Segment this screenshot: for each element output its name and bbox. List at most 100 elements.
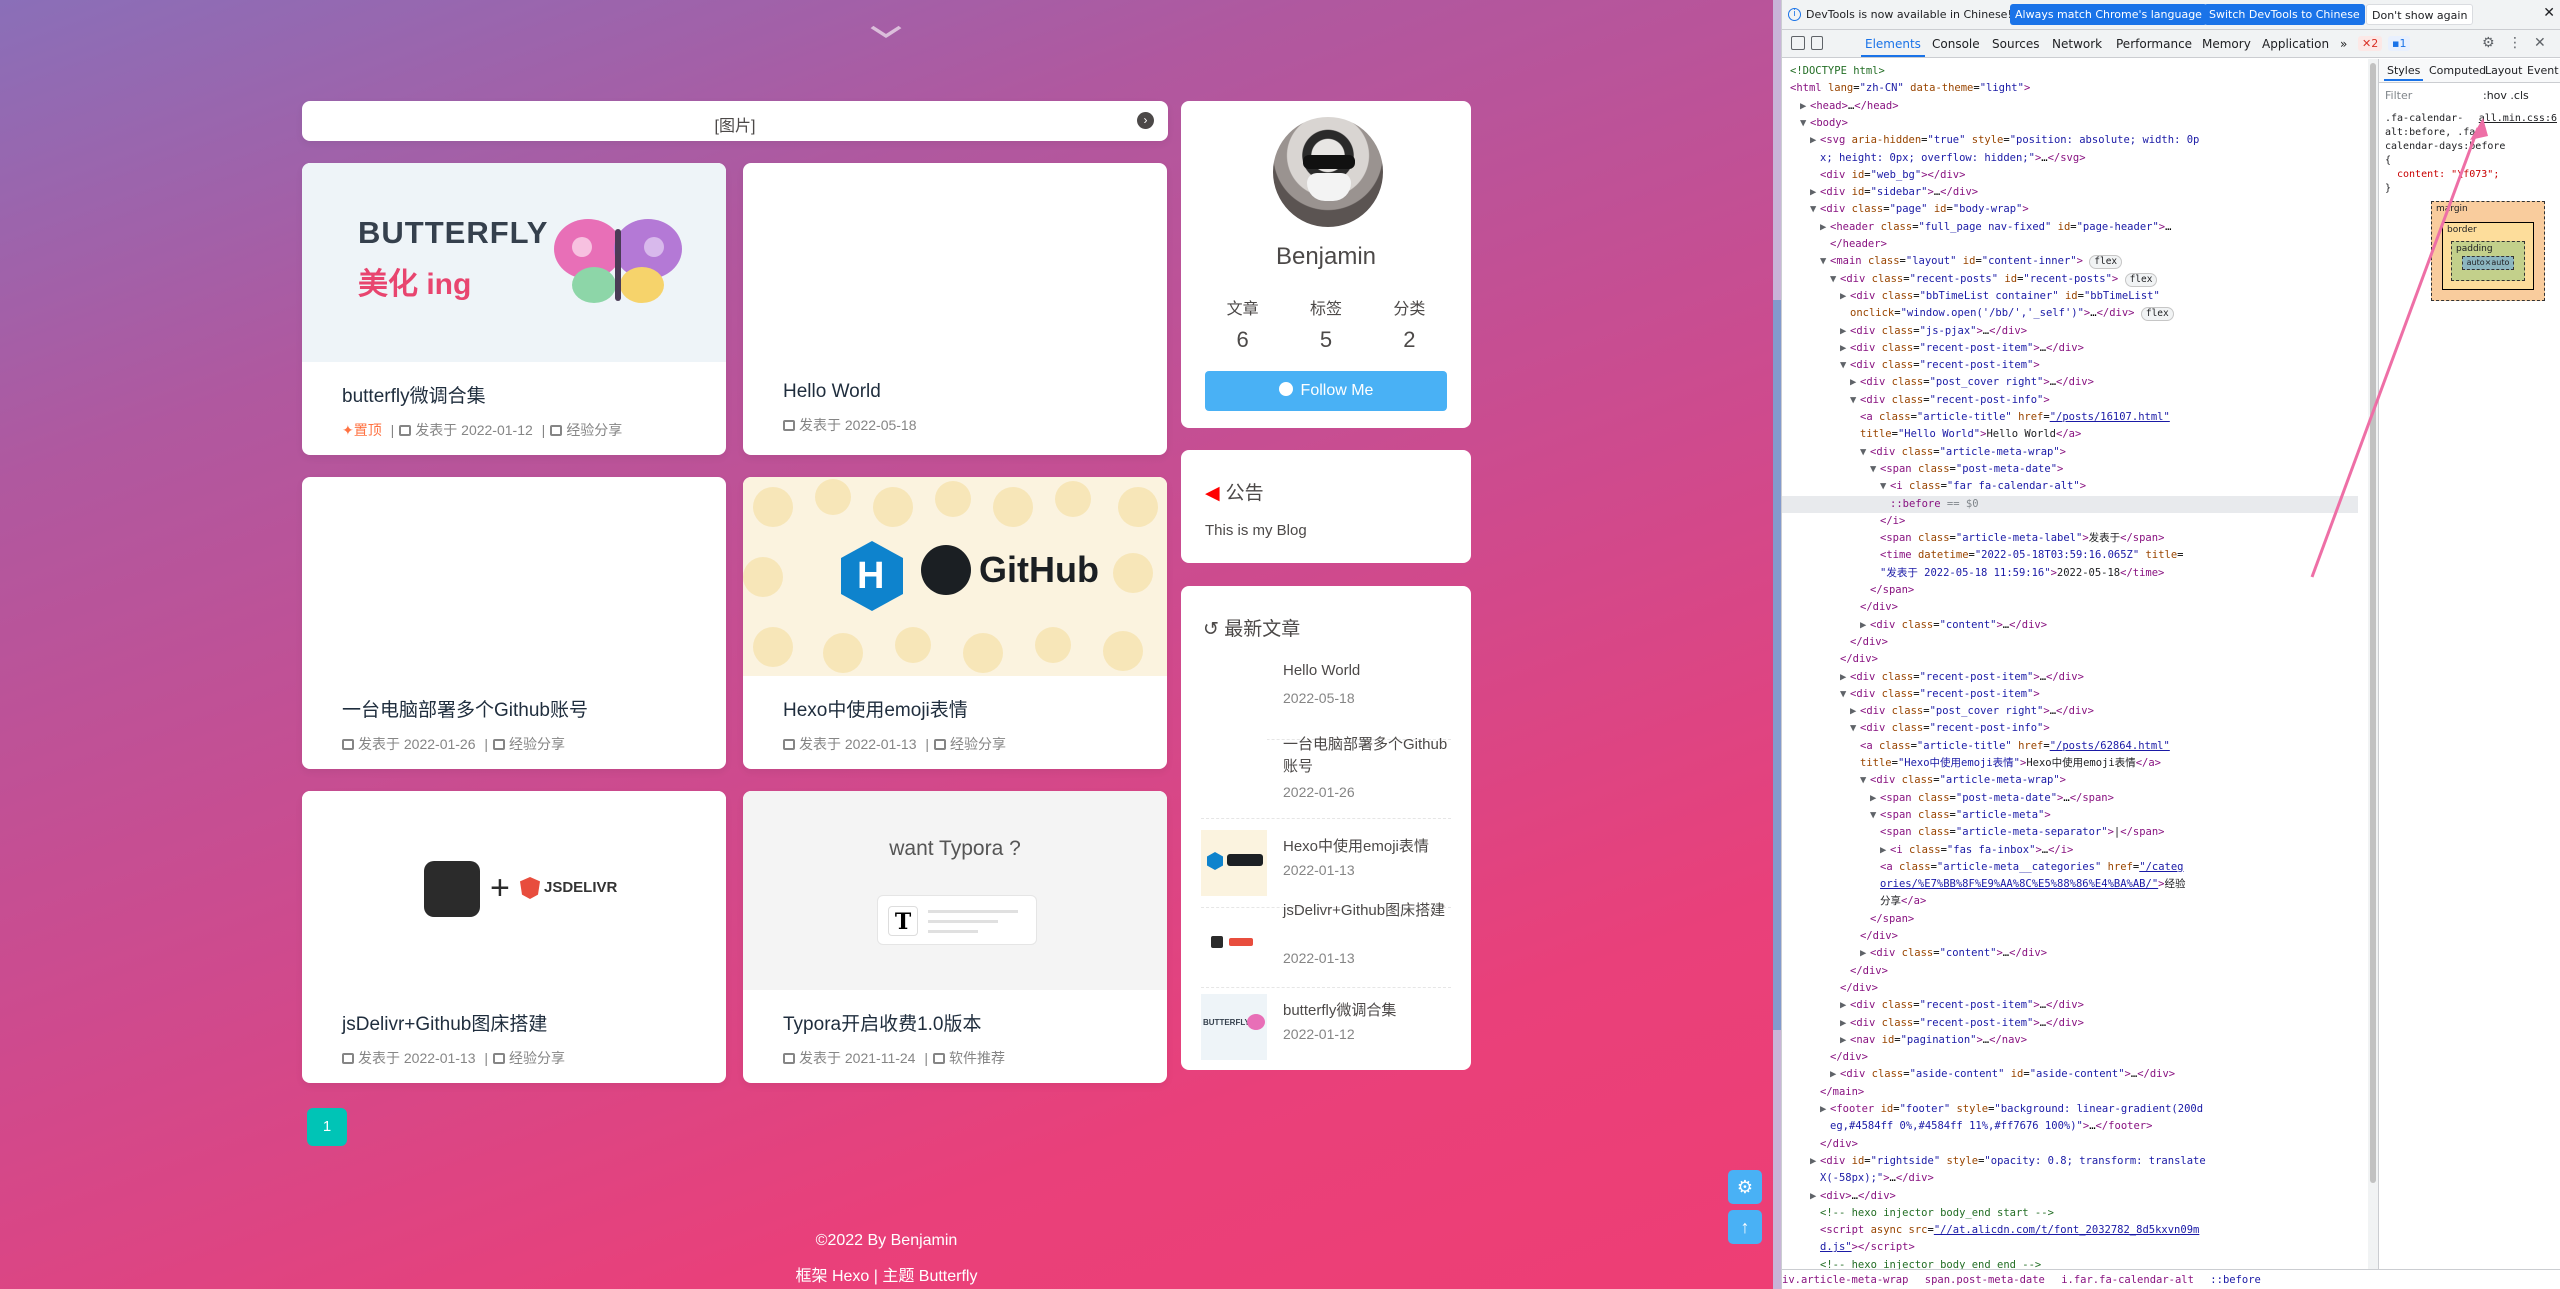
tab-memory[interactable]: Memory — [2202, 37, 2251, 51]
post-card[interactable]: want Typora ? T Typora开启收费1.0版本 发表于 2021… — [743, 791, 1167, 1083]
error-count-badge[interactable]: ✕2 — [2358, 36, 2383, 51]
dom-node-line[interactable]: </div> — [1782, 634, 2358, 651]
post-category[interactable]: 经验分享 — [566, 422, 622, 438]
post-cover[interactable]: H GitHub — [743, 477, 1167, 676]
post-category[interactable]: 经验分享 — [509, 1050, 565, 1066]
dom-node-line[interactable]: ▶ <div class="recent-post-item">…</div> — [1782, 997, 2358, 1014]
dom-node-line[interactable]: </header> — [1782, 236, 2358, 253]
scroll-down-icon[interactable] — [868, 22, 904, 48]
rule-declaration[interactable]: content: "\f073"; — [2385, 168, 2557, 182]
stat-categories[interactable]: 分类 2 — [1393, 295, 1425, 353]
recent-item-title[interactable]: butterfly微调合集 — [1283, 1000, 1451, 1022]
tab-layout[interactable]: Layout — [2485, 64, 2522, 77]
dom-node-line[interactable]: ▼ <span class="article-meta"> — [1782, 807, 2358, 824]
dom-node-line[interactable]: </span> — [1782, 911, 2358, 928]
dom-node-line[interactable]: 分享</a> — [1782, 893, 2358, 910]
dom-node-line[interactable]: ▼ <main class="layout" id="content-inner"… — [1782, 253, 2358, 270]
stat-articles[interactable]: 文章 6 — [1227, 295, 1259, 353]
dom-node-line[interactable]: ▶ <div>…</div> — [1782, 1188, 2358, 1205]
dom-node-line[interactable]: </div> — [1782, 928, 2358, 945]
dom-node-line[interactable]: ▶ <div class="post_cover right">…</div> — [1782, 374, 2358, 391]
tab-styles[interactable]: Styles — [2383, 64, 2424, 81]
dom-node-line[interactable]: X(-58px);">…</div> — [1782, 1170, 2358, 1187]
dom-node-line[interactable]: <span class="article-meta-separator">|</… — [1782, 824, 2358, 841]
dom-node-line[interactable]: ▼ <div class="recent-post-item"> — [1782, 357, 2358, 374]
dom-node-line[interactable]: ▶ <nav id="pagination">…</nav> — [1782, 1032, 2358, 1049]
dom-node-line[interactable]: ▶ <div class="recent-post-item">…</div> — [1782, 1015, 2358, 1032]
post-title[interactable]: Hexo中使用emoji表情 — [783, 695, 1147, 722]
stat-tags[interactable]: 标签 5 — [1310, 295, 1342, 353]
tab-sources[interactable]: Sources — [1992, 37, 2039, 51]
breadcrumb-item[interactable]: ::before — [2210, 1274, 2261, 1286]
dom-node-line[interactable]: ▶ <div id="rightside" style="opacity: 0.8… — [1782, 1153, 2358, 1170]
recent-thumb[interactable] — [1201, 910, 1267, 976]
dom-node-line[interactable]: ▶ <header class="full_page nav-fixed" id=… — [1782, 219, 2358, 236]
page-scrollbar[interactable] — [1773, 0, 1781, 1289]
dom-node-line[interactable]: ▶ <i class="fas fa-inbox">…</i> — [1782, 842, 2358, 859]
settings-gear-icon[interactable]: ⚙ — [2482, 35, 2495, 51]
dom-node-line[interactable]: </div> — [1782, 980, 2358, 997]
dom-node-line[interactable]: ▶ <svg aria-hidden="true" style="position… — [1782, 132, 2358, 149]
recent-item-title[interactable]: Hexo中使用emoji表情 — [1283, 836, 1451, 858]
tab-event-listeners[interactable]: Event Listeners — [2527, 64, 2560, 77]
post-title[interactable]: jsDelivr+Github图床搭建 — [342, 1009, 706, 1036]
dom-node-line[interactable]: ▼ <div class="article-meta-wrap"> — [1782, 444, 2358, 461]
footer-framework[interactable]: 框架 Hexo | 主题 Butterfly — [0, 1262, 1773, 1286]
dom-node-line[interactable]: title="Hello World">Hello World</a> — [1782, 426, 2358, 443]
recent-item[interactable]: 一台电脑部署多个Github账号 2022-01-26 — [1201, 726, 1451, 800]
dom-node-line[interactable]: ▼ <div class="recent-posts" id="recent-po… — [1782, 271, 2358, 288]
dom-node-line[interactable]: </div> — [1782, 1049, 2358, 1066]
recent-item[interactable]: jsDelivr+Github图床搭建 2022-01-13 — [1201, 894, 1451, 976]
post-cover[interactable]: + JSDELIVR — [302, 791, 726, 990]
device-toolbar-icon[interactable] — [1811, 36, 1823, 50]
dom-node-line[interactable]: d.js"></script> — [1782, 1239, 2358, 1256]
post-category[interactable]: 经验分享 — [950, 736, 1006, 752]
breadcrumb-item[interactable]: i.far.fa-calendar-alt — [2061, 1274, 2194, 1286]
dom-node-line[interactable]: ▶ <div class="recent-post-item">…</div> — [1782, 669, 2358, 686]
dom-node-line[interactable]: onclick="window.open('/bb/','_self')">…<… — [1782, 305, 2358, 322]
tab-performance[interactable]: Performance — [2116, 37, 2192, 51]
post-title[interactable]: butterfly微调合集 — [342, 381, 706, 408]
post-card[interactable]: Hello World 发表于 2022-05-18 — [743, 163, 1167, 455]
dom-node-line[interactable]: <time datetime="2022-05-18T03:59:16.065Z… — [1782, 547, 2358, 564]
dom-node-line[interactable]: <div id="web_bg"></div> — [1782, 167, 2358, 184]
recent-item[interactable]: Hexo中使用emoji表情 2022-01-13 — [1201, 826, 1451, 896]
dom-node-line[interactable]: ▶ <head>…</head> — [1782, 98, 2358, 115]
dom-node-line[interactable]: </div> — [1782, 963, 2358, 980]
dom-tree-scrollbar[interactable] — [2368, 59, 2378, 1269]
page-number-current[interactable]: 1 — [307, 1108, 347, 1146]
dom-node-line[interactable]: ▶ <div class="js-pjax">…</div> — [1782, 323, 2358, 340]
post-title[interactable]: Hello World — [783, 381, 1147, 403]
recent-thumb[interactable]: BUTTERFLY — [1201, 994, 1267, 1060]
match-language-button[interactable]: Always match Chrome's language — [2010, 4, 2207, 25]
dom-node-line[interactable]: <!DOCTYPE html> — [1782, 63, 2358, 80]
avatar[interactable] — [1273, 117, 1383, 227]
css-rule[interactable]: .fa-calendar-alt:before, .fa-calendar-da… — [2385, 112, 2557, 196]
dom-node-line[interactable]: ▼ <div class="recent-post-info"> — [1782, 720, 2358, 737]
dom-node-line[interactable]: ▶ <footer id="footer" style="background: … — [1782, 1101, 2358, 1118]
dom-node-line[interactable]: x; height: 0px; overflow: hidden;">…</sv… — [1782, 150, 2358, 167]
recent-item-title[interactable]: jsDelivr+Github图床搭建 — [1283, 900, 1451, 922]
post-card[interactable]: BUTTERFLY 美化 ing butterfly微调合集 ✦置顶 | 发表于 … — [302, 163, 726, 455]
dom-node-line[interactable]: <!-- hexo injector body_end end --> — [1782, 1257, 2358, 1269]
post-title[interactable]: Typora开启收费1.0版本 — [783, 1009, 1147, 1036]
dom-node-line[interactable]: <html lang="zh-CN" data-theme="light"> — [1782, 80, 2358, 97]
breadcrumb-item[interactable]: iv.article-meta-wrap — [1782, 1274, 1908, 1286]
dom-node-line[interactable]: </div> — [1782, 651, 2358, 668]
settings-gear-icon[interactable]: ⚙ — [1728, 1170, 1762, 1204]
dom-node-line[interactable]: ▶ <div class="post_cover right">…</div> — [1782, 703, 2358, 720]
dom-node-line[interactable]: ▶ <div class="content">…</div> — [1782, 945, 2358, 962]
recent-item[interactable]: Hello World 2022-05-18 — [1201, 660, 1451, 730]
dom-node-line[interactable]: ▶ <div class="recent-post-item">…</div> — [1782, 340, 2358, 357]
dom-node-line[interactable]: </main> — [1782, 1084, 2358, 1101]
post-card[interactable]: H GitHub Hexo中使用emoji表情 发表于 2022-01-13 |… — [743, 477, 1167, 769]
dom-node-line[interactable]: <a class="article-title" href="/posts/62… — [1782, 738, 2358, 755]
dom-node-line[interactable]: <a class="article-title" href="/posts/16… — [1782, 409, 2358, 426]
dont-show-again-button[interactable]: Don't show again — [2366, 4, 2474, 25]
dom-node-line[interactable]: <a class="article-meta__categories" href… — [1782, 859, 2358, 876]
recent-item-title[interactable]: 一台电脑部署多个Github账号 — [1283, 734, 1451, 778]
close-icon[interactable]: ✕ — [2543, 5, 2555, 21]
bbtime-bar[interactable]: [图片] › — [302, 101, 1168, 141]
recent-thumb[interactable] — [1201, 664, 1267, 730]
tab-console[interactable]: Console — [1932, 37, 1980, 51]
